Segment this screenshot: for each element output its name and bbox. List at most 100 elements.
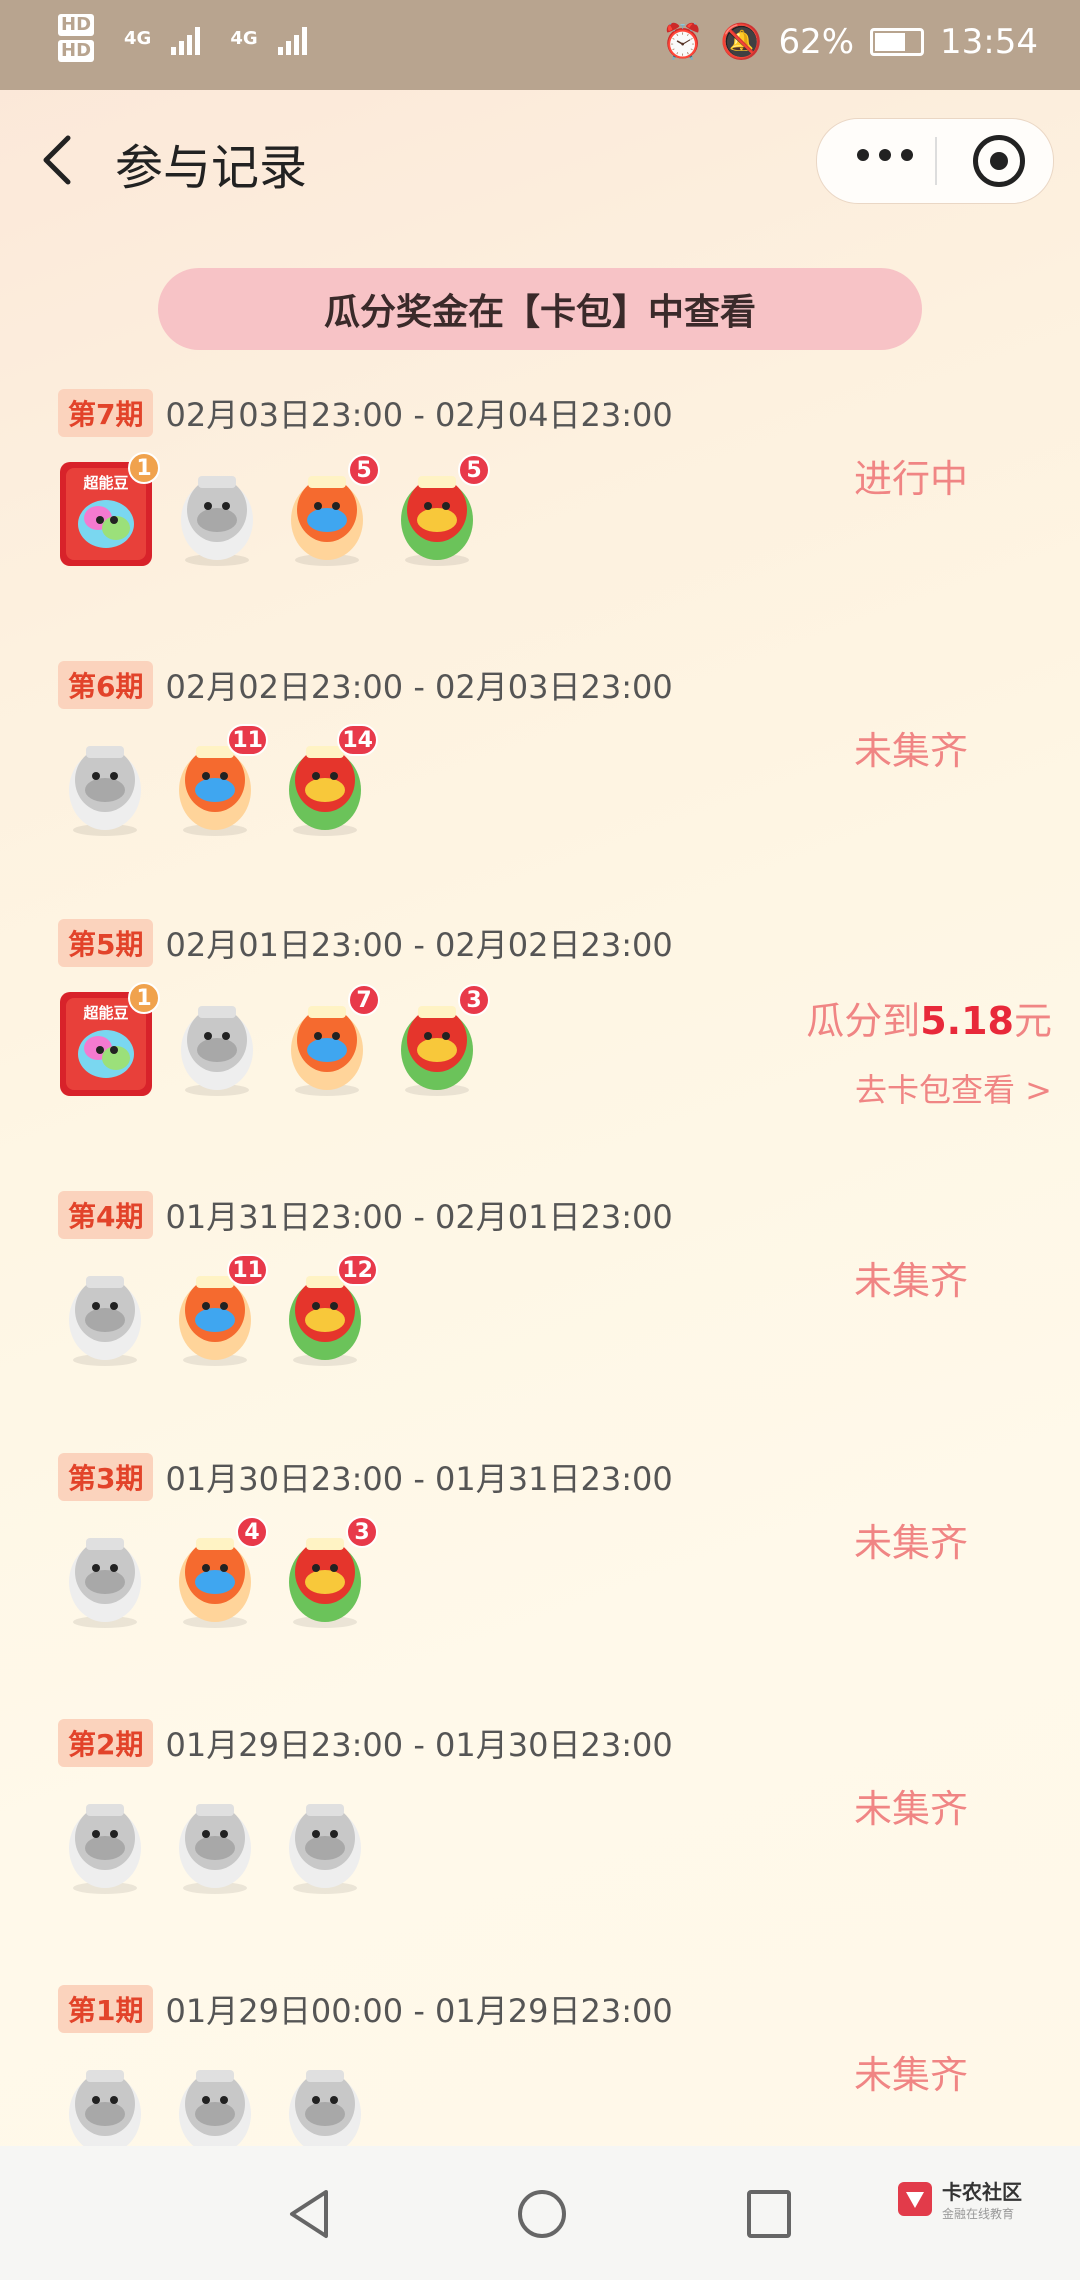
gray-pig-card-icon xyxy=(56,1260,154,1368)
sim-indicators: HD HD xyxy=(58,14,95,62)
gray-yuanqi-card-icon xyxy=(276,1788,374,1896)
count-badge: 4 xyxy=(236,1516,268,1548)
count-badge: 11 xyxy=(227,1254,268,1286)
lucky-orange-card-icon: 5 xyxy=(278,454,380,568)
period-date-range: 02月03日23:00 - 02月04日23:00 xyxy=(165,396,673,434)
page-title: 参与记录 xyxy=(115,140,308,196)
count-badge: 14 xyxy=(337,724,378,756)
period-date-range: 01月30日23:00 - 01月31日23:00 xyxy=(165,1460,673,1498)
gray-pig-card-icon xyxy=(168,460,266,568)
mini-program-capsule xyxy=(816,118,1054,204)
yuanqi-green-card-icon: 3 xyxy=(276,1516,378,1630)
sim2-hd: HD xyxy=(58,40,95,62)
yuanqi-green-card-icon: 12 xyxy=(276,1254,378,1368)
period-tag: 第3期 xyxy=(58,1453,154,1501)
count-badge: 5 xyxy=(348,454,380,486)
count-badge: 12 xyxy=(337,1254,378,1286)
watermark-logo: 卡农社区 金融在线教育 xyxy=(896,2176,1022,2222)
nav-bar: 参与记录 xyxy=(0,90,1080,230)
card-wallet-banner[interactable]: 瓜分奖金在【卡包】中查看 xyxy=(158,268,922,350)
period-row: 第2期 01月29日23:00 - 01月30日23:00 未集齐 xyxy=(0,1718,1080,1958)
period-header: 第3期 01月30日23:00 - 01月31日23:00 xyxy=(58,1452,673,1502)
status-suffix: 元 xyxy=(1013,999,1052,1043)
collected-icons xyxy=(56,1788,374,1896)
signal-icon xyxy=(171,21,201,55)
yuanqi-green-card-icon: 3 xyxy=(388,984,490,1098)
count-badge: 1 xyxy=(128,982,160,1014)
collected-icons: 超能豆 1 5 5 xyxy=(56,452,490,570)
period-status: 未集齐 xyxy=(853,2053,968,2097)
nav-home-icon[interactable] xyxy=(514,2186,570,2242)
lucky-orange-card-icon: 11 xyxy=(166,724,268,838)
count-badge: 1 xyxy=(128,452,160,484)
prize-amount: 5.18 xyxy=(920,999,1014,1043)
period-date-range: 01月29日23:00 - 01月30日23:00 xyxy=(165,1726,673,1764)
period-status: 未集齐 xyxy=(853,1259,968,1303)
period-row: 第4期 01月31日23:00 - 02月01日23:00 11 12 未集齐 xyxy=(0,1190,1080,1430)
period-tag: 第1期 xyxy=(58,1985,154,2033)
count-badge: 3 xyxy=(458,984,490,1016)
svg-text:超能豆: 超能豆 xyxy=(82,1004,128,1022)
close-target-icon[interactable] xyxy=(973,135,1025,187)
more-icon[interactable] xyxy=(857,149,913,161)
yuanqi-green-card-icon: 5 xyxy=(388,454,490,568)
count-badge: 11 xyxy=(227,724,268,756)
collected-icons: 11 14 xyxy=(56,724,378,838)
watermark-sub: 金融在线教育 xyxy=(942,2207,1015,2221)
gray-pig-card-icon xyxy=(56,1788,154,1896)
gray-pig-card-icon xyxy=(56,730,154,838)
period-tag: 第6期 xyxy=(58,661,154,709)
capsule-divider xyxy=(935,137,937,185)
back-arrow-icon[interactable] xyxy=(30,130,90,190)
period-tag: 第2期 xyxy=(58,1719,154,1767)
collected-icons: 超能豆 1 7 3 xyxy=(56,982,490,1100)
lucky-orange-card-icon: 7 xyxy=(278,984,380,1098)
battery-icon xyxy=(870,28,925,56)
period-header: 第1期 01月29日00:00 - 01月29日23:00 xyxy=(58,1984,673,2034)
yuanqi-green-card-icon: 14 xyxy=(276,724,378,838)
sim1-hd: HD xyxy=(58,14,95,36)
logo-icon xyxy=(898,2182,932,2216)
super-card-icon: 超能豆 1 xyxy=(56,982,160,1100)
watermark-name: 卡农社区 xyxy=(942,2180,1022,2204)
period-row: 第6期 02月02日23:00 - 02月03日23:00 11 14 未集齐 xyxy=(0,660,1080,900)
status-bar: HD HD 4G 4G ⏰ 🔕 62% 13:54 xyxy=(0,0,1080,90)
period-status: 未集齐 xyxy=(853,1521,968,1565)
lucky-orange-card-icon: 11 xyxy=(166,1254,268,1368)
nav-recents-icon[interactable] xyxy=(744,2186,794,2242)
super-card-icon: 超能豆 1 xyxy=(56,452,160,570)
period-header: 第7期 02月03日23:00 - 02月04日23:00 xyxy=(58,388,673,438)
period-tag: 第4期 xyxy=(58,1191,154,1239)
period-header: 第2期 01月29日23:00 - 01月30日23:00 xyxy=(58,1718,673,1768)
period-status: 瓜分到5.18元去卡包查看 > xyxy=(806,990,1052,1111)
collected-icons: 43 xyxy=(56,1516,378,1630)
period-header: 第6期 02月02日23:00 - 02月03日23:00 xyxy=(58,660,673,710)
period-row: 第5期 02月01日23:00 - 02月02日23:00 超能豆 1 7 3 瓜分到5.1… xyxy=(0,918,1080,1158)
collected-icons: 11 12 xyxy=(56,1254,378,1368)
nav-back-icon[interactable] xyxy=(284,2186,334,2242)
system-nav-bar: 卡农社区 金融在线教育 xyxy=(0,2146,1080,2280)
gray-pig-card-icon xyxy=(56,1522,154,1630)
status-prefix: 瓜分到 xyxy=(806,999,921,1043)
period-status: 进行中 xyxy=(853,457,968,501)
period-status: 未集齐 xyxy=(853,729,968,773)
signal-icon-2 xyxy=(277,21,307,55)
period-header: 第5期 02月01日23:00 - 02月02日23:00 xyxy=(58,918,673,968)
battery-percent: 62% xyxy=(778,22,855,62)
period-status: 未集齐 xyxy=(853,1787,968,1831)
lucky-orange-card-icon: 4 xyxy=(166,1516,268,1630)
view-card-wallet-link[interactable]: 去卡包查看 > xyxy=(806,1065,1052,1111)
clock: 13:54 xyxy=(940,22,1038,62)
gray-lucky-card-icon xyxy=(166,1788,264,1896)
svg-text:超能豆: 超能豆 xyxy=(82,474,128,492)
mute-icon: 🔕 xyxy=(720,22,763,62)
net-type-1: 4G xyxy=(124,27,152,49)
period-header: 第4期 01月31日23:00 - 02月01日23:00 xyxy=(58,1190,673,1240)
period-row: 第3期 01月30日23:00 - 01月31日23:00 4 3 未集齐 xyxy=(0,1452,1080,1692)
period-date-range: 02月01日23:00 - 02月02日23:00 xyxy=(165,926,673,964)
period-tag: 第5期 xyxy=(58,919,154,967)
period-date-range: 01月31日23:00 - 02月01日23:00 xyxy=(165,1198,673,1236)
net-type-2: 4G xyxy=(230,27,258,49)
gray-pig-card-icon xyxy=(168,990,266,1098)
period-date-range: 01月29日00:00 - 01月29日23:00 xyxy=(165,1992,673,2030)
